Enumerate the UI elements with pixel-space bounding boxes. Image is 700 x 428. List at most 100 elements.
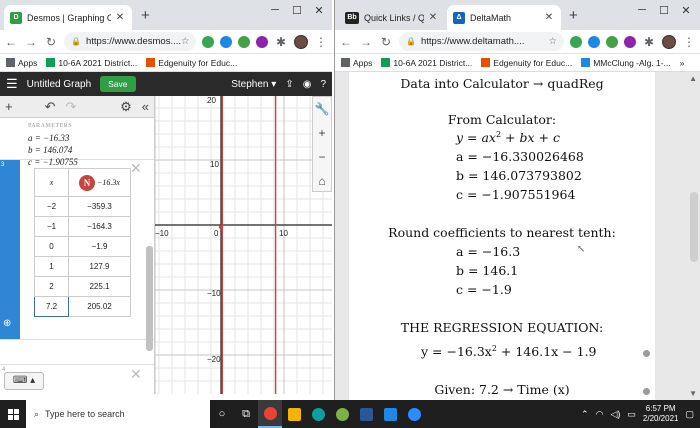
back-icon[interactable]: ← [4, 35, 18, 49]
reload-icon[interactable]: ↻ [44, 35, 58, 49]
home-icon[interactable]: ⌂ [313, 169, 331, 193]
app-icon[interactable] [378, 400, 402, 428]
scroll-down-arrow-icon[interactable]: ▼ [689, 389, 697, 398]
delete-expression-icon[interactable]: ✕ [130, 366, 142, 383]
scroll-up-arrow-icon[interactable]: ▲ [689, 74, 697, 83]
cell-x[interactable]: 0 [34, 236, 69, 257]
add-item-icon[interactable]: + [5, 99, 13, 114]
maximize-icon[interactable]: ☐ [653, 4, 675, 17]
close-tab-icon[interactable]: ✕ [114, 12, 126, 23]
info-icon[interactable] [643, 388, 650, 395]
profile-avatar[interactable] [294, 34, 308, 49]
minimize-icon[interactable]: ─ [631, 4, 653, 16]
volume-icon[interactable]: ◁) [610, 409, 620, 420]
grammarly-extension-icon[interactable] [238, 35, 250, 48]
wifi-icon[interactable]: ◠ [596, 409, 604, 420]
wrench-icon[interactable]: 🔧 [313, 97, 331, 121]
word-icon[interactable] [354, 400, 378, 428]
extension-icon[interactable] [588, 35, 600, 48]
cell-y[interactable]: 205.02 [68, 296, 131, 317]
share-icon[interactable]: ⇪ [285, 79, 293, 90]
delete-table-icon[interactable]: ✕ [130, 160, 142, 177]
forward-icon[interactable]: → [359, 35, 373, 49]
cell-x[interactable]: −2 [34, 196, 69, 217]
drive-extension-icon[interactable] [202, 35, 214, 48]
page-scrollbar[interactable] [690, 192, 698, 262]
cortana-icon[interactable]: ○ [210, 400, 234, 428]
keyboard-toggle-button[interactable]: ⌨ ▴ [4, 372, 44, 390]
bookmark-edgenuity[interactable]: Edgenuity for Educ... [481, 58, 572, 68]
close-window-icon[interactable]: ✕ [675, 4, 697, 17]
bookmark-edgenuity[interactable]: Edgenuity for Educ... [146, 58, 237, 68]
app-icon[interactable] [330, 400, 354, 428]
cell-x[interactable]: −1 [34, 216, 69, 237]
cell-y[interactable]: 127.9 [68, 256, 131, 277]
forward-icon[interactable]: → [24, 35, 38, 49]
close-tab-icon[interactable]: ✕ [543, 12, 555, 23]
task-view-icon[interactable]: ⧉ [234, 400, 258, 428]
graph-canvas[interactable]: 20 10 −10 −20 −10 0 10 [155, 96, 332, 394]
close-tab-icon[interactable]: ✕ [427, 12, 439, 23]
start-button[interactable] [0, 400, 26, 428]
chrome-taskbar-icon[interactable] [258, 400, 282, 428]
menu-dots-icon[interactable]: ⋮ [314, 35, 328, 49]
minimize-icon[interactable]: ─ [264, 4, 286, 16]
cell-y[interactable]: −359.3 [68, 196, 131, 217]
regression-color-icon[interactable]: N [79, 174, 96, 191]
extension-icon[interactable] [624, 35, 636, 48]
file-explorer-icon[interactable] [282, 400, 306, 428]
url-field[interactable]: 🔒 https://www.desmos.... ☆ [64, 32, 196, 51]
expression-scrollbar[interactable] [146, 246, 153, 351]
bookmark-apps[interactable]: Apps [6, 58, 37, 68]
data-point[interactable] [218, 224, 224, 230]
redo-icon[interactable]: ↷ [66, 99, 77, 115]
extension-icon[interactable] [220, 35, 232, 48]
header-x[interactable]: x [34, 168, 69, 197]
hamburger-menu-icon[interactable]: ☰ [6, 76, 18, 92]
profile-avatar[interactable] [662, 34, 676, 49]
bookmark-district[interactable]: 10-6A 2021 District... [381, 58, 472, 68]
save-button[interactable]: Save [100, 76, 136, 92]
cell-x[interactable]: 1 [34, 256, 69, 277]
reload-icon[interactable]: ↻ [379, 35, 393, 49]
edge-icon[interactable] [306, 400, 330, 428]
user-menu[interactable]: Stephen ▾ [231, 79, 276, 90]
taskbar-search[interactable]: ⌕ Type here to search [26, 400, 210, 428]
language-icon[interactable]: ◉ [303, 79, 312, 90]
menu-dots-icon[interactable]: ⋮ [682, 35, 696, 49]
back-icon[interactable]: ← [339, 35, 353, 49]
collapse-panel-icon[interactable]: « [142, 99, 149, 114]
show-hidden-icons-icon[interactable]: ⌃ [581, 409, 589, 420]
tab-quick-links[interactable]: Bb Quick Links / Quick Links ✕ [339, 5, 445, 30]
graph-paper[interactable]: 20 10 −10 −20 −10 0 10 🔧 + − ⌂ [155, 96, 332, 394]
close-window-icon[interactable]: ✕ [308, 4, 330, 17]
help-icon[interactable]: ? [320, 79, 326, 90]
bookmark-apps[interactable]: Apps [341, 58, 372, 68]
bookmark-district[interactable]: 10-6A 2021 District... [46, 58, 137, 68]
puzzle-icon[interactable]: ✱ [274, 35, 288, 49]
cell-y[interactable]: 225.1 [68, 276, 131, 297]
new-tab-button[interactable]: + [141, 7, 150, 24]
url-field[interactable]: 🔒 https://www.deltamath.... ☆ [399, 32, 564, 51]
clock[interactable]: 6:57 PM 2/20/2021 [643, 404, 679, 424]
drive-extension-icon[interactable] [570, 35, 582, 48]
puzzle-icon[interactable]: ✱ [642, 35, 656, 49]
grammarly-extension-icon[interactable] [606, 35, 618, 48]
zoom-in-icon[interactable]: + [313, 121, 331, 145]
header-y[interactable]: N −16.3x [68, 168, 131, 197]
notifications-icon[interactable]: ▢ [685, 409, 694, 420]
cell-y[interactable]: −164.3 [68, 216, 131, 237]
cell-x[interactable]: 7.2 [34, 296, 69, 317]
more-bookmarks[interactable]: » [680, 58, 685, 68]
extension-icon[interactable] [256, 35, 268, 48]
zoom-fit-icon[interactable]: ⊕ [3, 318, 11, 329]
bookmark-mmcclung[interactable]: MMcClung -Alg. 1-... [581, 58, 671, 68]
cell-x[interactable]: 2 [34, 276, 69, 297]
undo-icon[interactable]: ↶ [45, 99, 56, 115]
table-expression[interactable]: 3 ⊕ ✕ x N −16.3x −2 −359.3 −1 −164.3 0 −1.9 … [0, 160, 154, 340]
new-tab-button[interactable]: + [569, 7, 578, 24]
bookmark-star-icon[interactable]: ☆ [548, 36, 557, 47]
battery-icon[interactable]: ▭ [627, 409, 636, 420]
tab-desmos[interactable]: D Desmos | Graphing Calculator ✕ [4, 5, 132, 30]
info-icon[interactable] [643, 350, 650, 357]
